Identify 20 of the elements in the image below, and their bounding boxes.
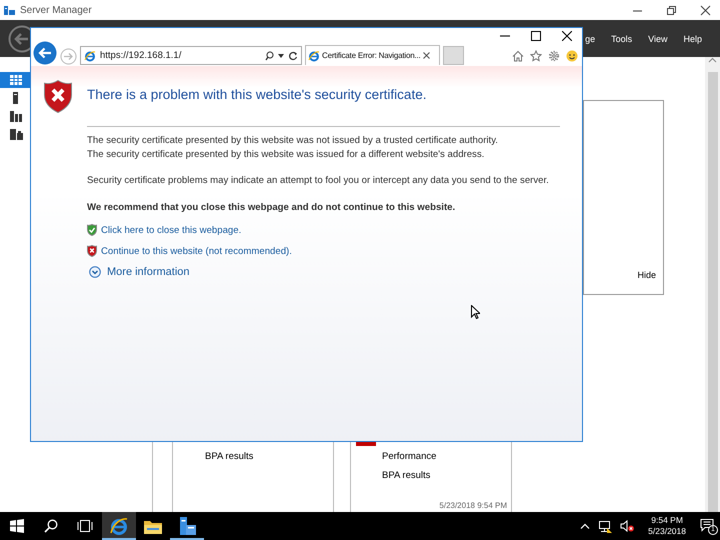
menu-item[interactable]: Tools bbox=[603, 34, 640, 44]
message-text: Security certificate problems may indicate an attempt to fool you or intercept any data you send to the server. bbox=[87, 174, 550, 188]
hide-link[interactable]: Hide bbox=[637, 270, 656, 280]
tile-item[interactable]: Performance bbox=[382, 451, 511, 462]
address-bar[interactable]: https://192.168.1.1/ bbox=[80, 46, 302, 65]
menu-item[interactable]: Help bbox=[675, 34, 710, 44]
window-title: Server Manager bbox=[20, 4, 92, 16]
error-heading: There is a problem with this website's security certificate. bbox=[87, 87, 426, 102]
clock[interactable]: 9:54 PM 5/23/2018 bbox=[642, 515, 692, 537]
link[interactable]: Continue to this website (not recommended). bbox=[101, 246, 292, 256]
recommendation-text: We recommend that you close this webpage and do not continue to this website. bbox=[87, 200, 456, 214]
browser-tab[interactable]: Certificate Error: Navigation... bbox=[305, 45, 440, 65]
menu-item[interactable]: View bbox=[640, 34, 676, 44]
tile-item[interactable]: BPA results bbox=[382, 470, 511, 481]
tile-item[interactable]: BPA results bbox=[205, 451, 333, 462]
more-information-link[interactable]: More information bbox=[107, 266, 190, 278]
message-text: The security certificate presented by this website was not issued by a trusted certificate authority. The security certificate presented by this website was issued for a different website's address. bbox=[87, 134, 499, 161]
menu-item[interactable]: ge bbox=[585, 34, 604, 44]
timestamp: 5/23/2018 9:54 PM bbox=[439, 501, 508, 512]
link[interactable]: Click here to close this webpage. bbox=[101, 224, 242, 236]
